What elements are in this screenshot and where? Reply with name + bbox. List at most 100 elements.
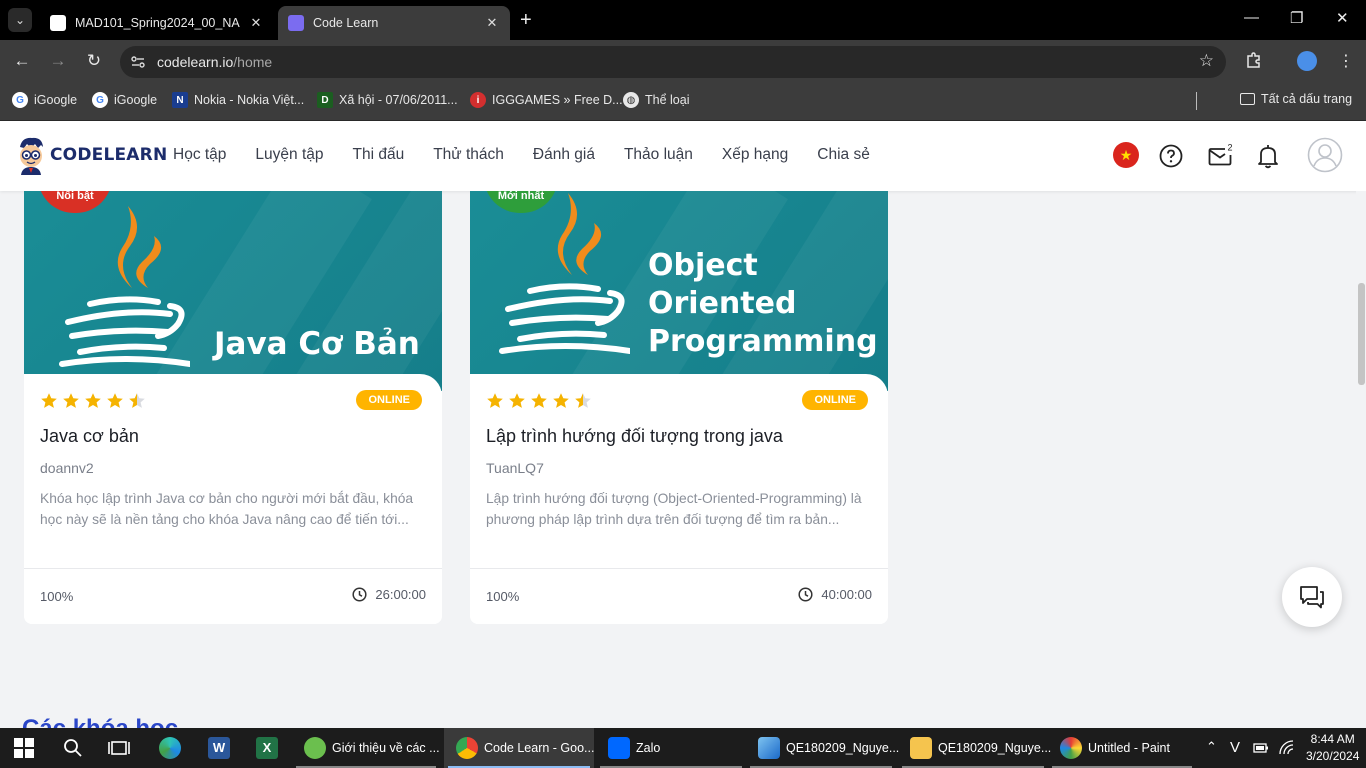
taskbar-app-chrome[interactable]: Code Learn - Goo... (444, 728, 594, 768)
tab-mad101[interactable]: MAD101_Spring2024_00_NAM\ ✕ (40, 6, 274, 40)
menu-thu-thach[interactable]: Thử thách (433, 146, 504, 164)
course-author[interactable]: TuanLQ7 (486, 460, 544, 476)
search-icon[interactable] (62, 737, 84, 759)
clock-time: 8:44 AM (1310, 732, 1355, 746)
menu-thao-luan[interactable]: Thảo luận (624, 146, 693, 164)
more-menu-icon[interactable]: ⋮ (1338, 51, 1354, 71)
task-view-icon[interactable] (108, 737, 130, 759)
online-tag: ONLINE (802, 390, 868, 410)
extensions-puzzle-icon[interactable] (1245, 51, 1263, 69)
rating-stars (486, 392, 596, 410)
coccoc-icon (304, 737, 326, 759)
document-favicon-icon (50, 15, 66, 31)
profile-avatar-icon[interactable] (1297, 51, 1317, 71)
mail-count: 2 (1228, 143, 1233, 153)
menu-thi-dau[interactable]: Thi đấu (353, 146, 405, 164)
bookmark-item[interactable]: G iGoogle (12, 92, 77, 108)
bookmark-item[interactable]: ◍ Thể loại (623, 92, 689, 108)
banner-title-line: Object (648, 248, 758, 283)
nokia-icon: N (172, 92, 188, 108)
bookmark-item[interactable]: D Xã hội - 07/06/2011... (317, 92, 458, 108)
taskbar-app-label: QE180209_Nguye... (786, 741, 900, 755)
logo-text: CODELEARN (50, 145, 168, 165)
reload-icon[interactable]: ↻ (83, 51, 105, 71)
menu-luyen-tap[interactable]: Luyện tập (255, 146, 323, 164)
tab-title: Code Learn (313, 16, 379, 30)
course-author[interactable]: doannv2 (40, 460, 94, 476)
taskbar-app-explorer[interactable]: QE180209_Nguye... (898, 728, 1051, 768)
window-close-icon[interactable]: ✕ (1336, 9, 1349, 27)
taskbar-app-label: Zalo (636, 741, 661, 755)
bookmark-star-icon[interactable]: ☆ (1199, 51, 1214, 71)
course-banner[interactable]: Object Oriented Programming (470, 191, 888, 391)
show-hidden-icons-chevron-icon[interactable]: ⌃ (1206, 739, 1217, 755)
excel-icon[interactable]: X (256, 737, 278, 759)
wifi-icon[interactable] (1279, 740, 1295, 756)
system-clock[interactable]: 8:44 AM 3/20/2024 (1306, 731, 1359, 765)
paint-icon (1060, 737, 1082, 759)
menu-chia-se[interactable]: Chia sẻ (817, 146, 870, 164)
forward-arrow-icon[interactable]: → (47, 51, 69, 71)
minimize-icon[interactable]: — (1244, 9, 1259, 26)
rating-stars (40, 392, 150, 410)
close-icon[interactable]: ✕ (248, 15, 264, 31)
star-full-icon (41, 393, 57, 408)
star-full-icon (487, 393, 503, 408)
taskbar-app-coccoc[interactable]: Giới thiệu về các ... (292, 728, 440, 768)
course-title[interactable]: Lập trình hướng đối tượng trong java (486, 426, 783, 447)
taskbar-app-netbeans[interactable]: QE180209_Nguye... (746, 728, 900, 768)
chat-button[interactable] (1282, 567, 1342, 627)
bookmark-label: Xã hội - 07/06/2011... (339, 93, 458, 107)
bookmark-item[interactable]: G iGoogle (92, 92, 157, 108)
menu-xep-hang[interactable]: Xếp hạng (722, 146, 788, 164)
bookmark-label: Thể loại (645, 93, 690, 107)
codelearn-favicon-icon (288, 15, 304, 31)
close-icon[interactable]: ✕ (484, 15, 500, 31)
browser-toolbar: ← → ↻ codelearn.io/home ☆ ⋮ (0, 40, 1366, 83)
star-full-icon (107, 393, 123, 408)
course-banner[interactable]: Java Cơ Bản (24, 191, 442, 391)
url-path: /home (233, 54, 273, 70)
new-tab-plus-icon[interactable]: + (520, 9, 532, 31)
tab-code-learn[interactable]: Code Learn ✕ (278, 6, 510, 40)
codelearn-logo[interactable]: CODELEARN (14, 135, 167, 175)
taskbar-app-paint[interactable]: Untitled - Paint (1048, 728, 1196, 768)
taskbar-app-label: Code Learn - Goo... (484, 741, 595, 755)
bookmark-item[interactable]: N Nokia - Nokia Việt... (172, 92, 304, 108)
banner-title-line: Programming (648, 324, 878, 359)
bookmark-item[interactable]: i IGGGAMES » Free D... (470, 92, 623, 108)
vietnam-flag-icon[interactable]: ★ (1113, 142, 1139, 168)
course-card[interactable]: Java Cơ Bản Nổi bật ONLINE Java cơ bản d… (24, 191, 442, 624)
tab-search-chevron-icon[interactable]: ⌄ (8, 8, 32, 32)
restore-icon[interactable]: ❐ (1290, 9, 1303, 27)
ime-indicator[interactable]: V (1230, 739, 1240, 756)
course-card[interactable]: Object Oriented Programming Mới nhất ONL… (470, 191, 888, 624)
address-bar[interactable]: codelearn.io/home ☆ (120, 46, 1226, 78)
word-icon[interactable]: W (208, 737, 230, 759)
chat-bubbles-icon (1300, 586, 1324, 609)
taskbar-app-zalo[interactable]: Zalo (596, 728, 746, 768)
mail-icon[interactable]: 2 (1208, 142, 1236, 168)
course-progress: 100% (486, 589, 520, 604)
all-bookmarks-button[interactable]: Tất cả dấu trang (1240, 92, 1352, 106)
site-settings-icon[interactable] (130, 54, 146, 70)
back-arrow-icon[interactable]: ← (11, 51, 33, 71)
user-avatar-icon[interactable] (1307, 137, 1343, 173)
edge-icon[interactable] (159, 737, 181, 759)
all-bookmarks-label: Tất cả dấu trang (1261, 92, 1353, 106)
menu-danh-gia[interactable]: Đánh giá (533, 146, 595, 164)
star-full-icon (509, 393, 525, 408)
course-title[interactable]: Java cơ bản (40, 426, 139, 447)
star-full-icon (553, 393, 569, 408)
help-question-icon[interactable] (1159, 144, 1183, 168)
battery-icon[interactable] (1253, 741, 1269, 755)
banner-title-block: Object Oriented Programming (648, 247, 878, 361)
page-scrollbar[interactable] (1356, 191, 1366, 728)
banner-title-line: Oriented (648, 286, 797, 321)
taskbar-app-label: Giới thiệu về các ... (332, 741, 440, 755)
notification-bell-icon[interactable] (1256, 143, 1280, 169)
menu-hoc-tap[interactable]: Học tập (173, 146, 226, 164)
course-progress: 100% (40, 589, 74, 604)
scrollbar-thumb[interactable] (1358, 283, 1365, 385)
windows-start-icon[interactable] (14, 738, 34, 758)
